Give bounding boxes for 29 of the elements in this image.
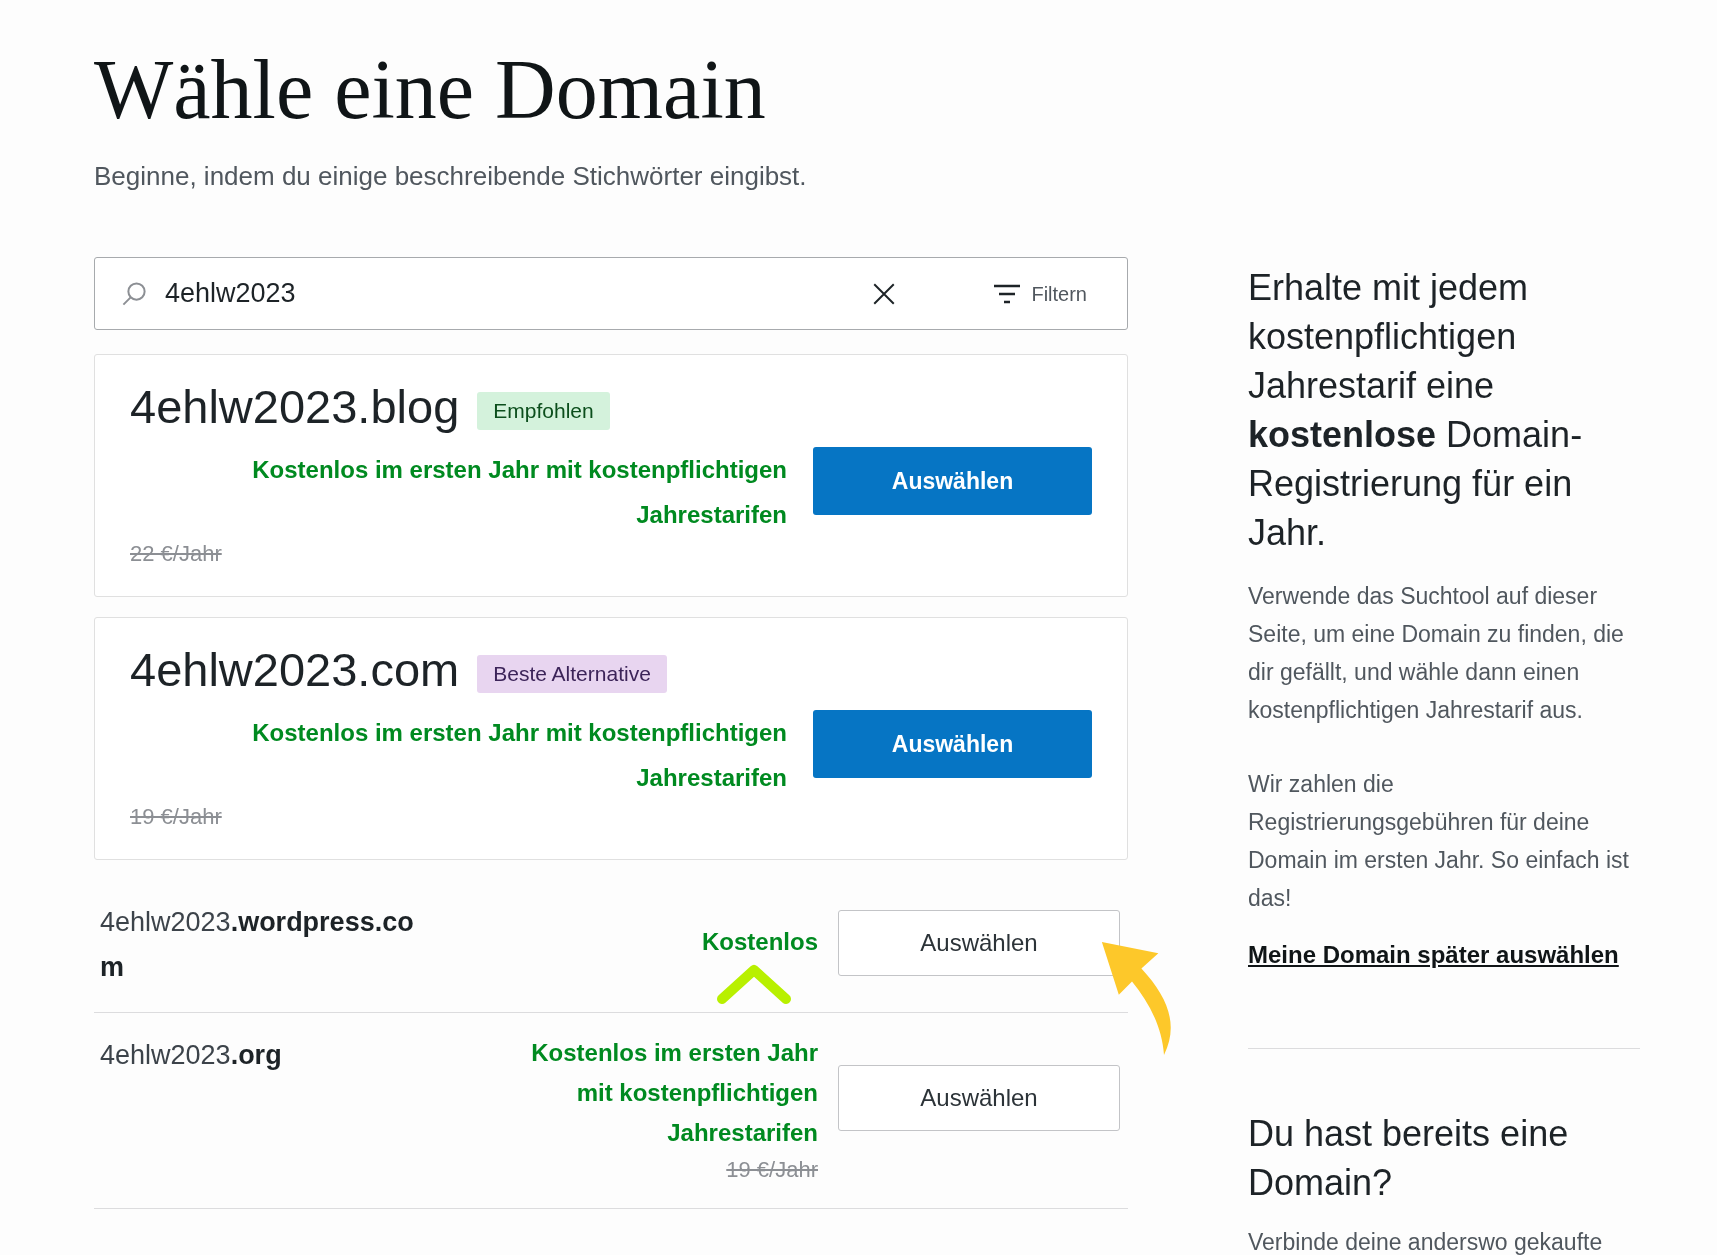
chevron-icon <box>714 962 794 1006</box>
offer-text: Kostenlos <box>702 927 818 957</box>
filter-icon <box>993 282 1022 305</box>
select-button[interactable]: Auswählen <box>838 910 1120 976</box>
offer-text: Kostenlos im ersten Jahr mit kostenpflichtigen Jahrestarifen <box>530 1038 818 1148</box>
domain-name: 4ehlw2023.com <box>130 642 460 698</box>
choose-later-link[interactable]: Meine Domain später auswählen <box>1248 937 1619 973</box>
page-subtitle: Beginne, indem du einige beschreibende Stichwörter eingibst. <box>94 160 807 193</box>
sidebar-text: Verbinde deine anderswo gekaufte <box>1248 1228 1604 1255</box>
domain-name: 4ehlw2023.blog <box>130 379 460 435</box>
sidebar-heading: Erhalte mit jedem kostenpflichtigen Jahrestarif eine kostenlose Domain-Registrierung für ein Jahr. <box>1248 266 1584 555</box>
old-price: 19 €/Jahr <box>130 803 222 831</box>
sidebar-text: Wir zahlen die Registrierungsgebühren für deine Domain im ersten Jahr. So einfach ist das! <box>1248 770 1630 913</box>
filter-button[interactable]: Filtern <box>993 278 1087 309</box>
domain-name: 4ehlw2023.org <box>100 1039 283 1072</box>
offer-text: Kostenlos im ersten Jahr mit kostenpflichtigen Jahrestarifen <box>251 718 787 793</box>
offer-text: Kostenlos im ersten Jahr mit kostenpflichtigen Jahrestarifen <box>251 455 787 530</box>
sidebar-text: Verwende das Suchtool auf dieser Seite, um eine Domain zu finden, die dir gefällt, und wähle dann einen kostenpflichtigen Jahrestarif aus. <box>1248 582 1625 725</box>
sidebar-heading: Du hast bereits eine Domain? <box>1248 1112 1570 1205</box>
select-button[interactable]: Auswählen <box>813 447 1092 515</box>
old-price: 22 €/Jahr <box>130 540 222 568</box>
old-price: 19 €/Jahr <box>726 1156 818 1184</box>
page-title: Wähle eine Domain <box>94 42 766 138</box>
domain-badge: Beste Alternative <box>477 655 667 693</box>
domain-badge: Empfohlen <box>477 392 610 430</box>
search-field[interactable]: 4ehlw2023 Filtern <box>94 257 1128 330</box>
select-button[interactable]: Auswählen <box>838 1065 1120 1131</box>
domain-name: 4ehlw2023.wordpress.com <box>100 906 415 984</box>
select-button[interactable]: Auswählen <box>813 710 1092 778</box>
